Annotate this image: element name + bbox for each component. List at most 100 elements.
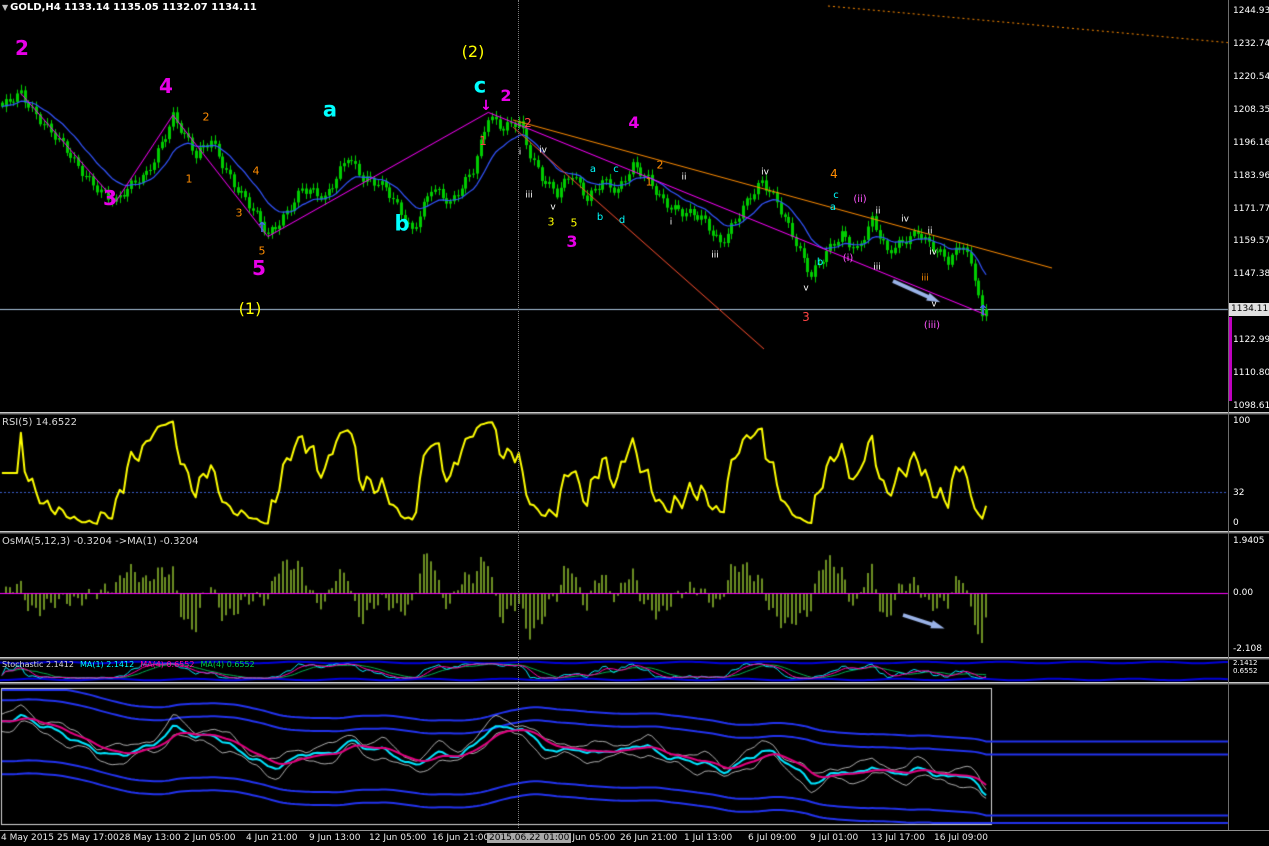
time-axis-label: 1 Jul 13:00 — [684, 833, 733, 843]
wave-label: 2 — [500, 86, 512, 105]
wave-label: 1 — [479, 134, 487, 148]
wave-label: 4 — [628, 113, 640, 132]
wave-label: c — [613, 164, 619, 175]
wave-label: 4 — [252, 164, 260, 178]
time-axis-label: 26 Jun 21:00 — [620, 833, 678, 843]
wave-label: (1) — [238, 299, 262, 318]
wave-label: 3 — [235, 206, 243, 220]
wave-label: 2 — [15, 36, 29, 60]
scale-highlight-strip — [1229, 317, 1232, 402]
time-axis-label: 2 Jun 05:00 — [184, 833, 236, 843]
time-axis-label: 16 Jun 21:00 — [432, 833, 490, 843]
wave-label: ii — [875, 206, 881, 217]
wave-label: 1 — [645, 175, 653, 189]
price-axis-label: 1147.38 — [1233, 269, 1269, 280]
axis-label: 100 — [1233, 416, 1251, 426]
mt4-chart-window: ▼ GOLD,H4 1133.14 1135.05 1132.07 1134.11… — [0, 0, 1269, 846]
price-axis-label: 1159.57 — [1233, 236, 1269, 247]
price-axis-label: 1220.54 — [1233, 71, 1269, 82]
time-axis-label: 13 Jul 17:00 — [871, 833, 925, 843]
time-axis-label: 16 Jul 09:00 — [934, 833, 988, 843]
wave-label: i — [518, 147, 522, 158]
wave-label: 3 — [547, 215, 555, 229]
price-axis-label: 1098.61 — [1233, 401, 1269, 411]
wave-label: 5 — [258, 244, 266, 258]
axis-label: 1.9405 — [1233, 536, 1265, 546]
wave-label: 5 — [570, 216, 578, 230]
wave-label: a — [322, 97, 338, 122]
time-axis-label: 4 Jun 21:00 — [246, 833, 298, 843]
wave-label: iv — [929, 247, 937, 258]
trade-signal-arrow-icon: ↑ — [977, 303, 989, 319]
wave-label: (ii) — [853, 194, 867, 205]
wave-label: iv — [901, 214, 909, 225]
wave-label: 5 — [252, 256, 266, 280]
panel-separator[interactable] — [0, 682, 1269, 685]
axis-label: -2.108 — [1233, 644, 1263, 654]
wave-label: ii — [681, 172, 687, 183]
price-axis-label: 1183.96 — [1233, 170, 1269, 181]
trade-signal-arrow-icon: ↓ — [480, 98, 492, 114]
time-axis-label: 4 May 2015 — [1, 833, 54, 843]
wave-label: iv — [539, 145, 547, 156]
time-axis-label: 9 Jun 13:00 — [309, 833, 361, 843]
wave-label: 4 — [830, 167, 838, 181]
time-axis-label: 28 May 13:00 — [119, 833, 181, 843]
wave-label: c — [473, 73, 487, 98]
time-axis[interactable]: 4 May 2015 25 May 17:00 28 May 13:00 2 Jun … — [0, 830, 1269, 846]
wave-label: iv — [761, 167, 769, 178]
indicator-label-fragment: MA(4) 0.6552 — [200, 660, 255, 669]
rsi-indicator-chart[interactable] — [0, 415, 1229, 531]
chart-ohlc-title: GOLD,H4 1133.14 1135.05 1132.07 1134.11 — [10, 2, 257, 13]
wave-label: 3 — [103, 186, 117, 210]
wave-label: 4 — [159, 74, 173, 98]
time-axis-label: 25 May 17:00 — [57, 833, 119, 843]
indicator-label-fragment: MA(4) 0.6552 — [140, 660, 195, 669]
wave-label: iii — [711, 250, 719, 261]
wave-label: c — [833, 190, 839, 201]
price-axis-label: 1196.16 — [1233, 137, 1269, 148]
time-axis-label: 6 Jul 09:00 — [748, 833, 797, 843]
wave-label: (iii) — [923, 320, 941, 331]
indicator-label-fragment: MA(1) 2.1412 — [79, 660, 135, 669]
indicator-label-fragment: Stochastic 2.1412 — [2, 660, 74, 669]
wave-label: ii — [927, 226, 933, 237]
rsi-label: RSI(5) 14.6522 — [2, 417, 77, 428]
axis-label: 0 — [1233, 518, 1239, 528]
scale-border — [1228, 0, 1229, 830]
wave-label: 2 — [524, 116, 532, 130]
chart-title: ▼ GOLD,H4 1133.14 1135.05 1132.07 1134.11 — [2, 2, 257, 13]
wave-label: a — [829, 202, 837, 213]
wave-label: 3 — [566, 232, 578, 251]
wave-label: b — [816, 257, 824, 268]
osma-indicator-chart[interactable] — [0, 534, 1229, 657]
axis-label: 0.00 — [1233, 588, 1254, 598]
price-axis-label: 1232.74 — [1233, 38, 1269, 49]
custom-indicator-chart[interactable] — [0, 685, 1229, 828]
price-axis-label: 1122.99 — [1233, 335, 1269, 346]
osma-label: OsMA(5,12,3) -0.3204 ->MA(1) -0.3204 — [2, 536, 199, 547]
wave-label: i — [669, 217, 673, 228]
wave-label: iii — [873, 262, 881, 273]
panel-separator[interactable] — [0, 531, 1269, 534]
time-axis-label: 9 Jul 01:00 — [810, 833, 859, 843]
wave-label: 2 — [656, 158, 664, 172]
symbol-dropdown-marker-icon[interactable]: ▼ — [2, 3, 8, 12]
wave-label: iii — [921, 273, 929, 284]
axis-label: 0.6552 — [1233, 667, 1258, 675]
price-axis-label: 1244.93 — [1233, 6, 1269, 16]
wave-label: 3 — [802, 310, 810, 324]
wave-label: a — [589, 164, 597, 175]
wave-label: v — [550, 202, 556, 213]
wave-label: 1 — [185, 172, 193, 186]
price-axis-label: 1208.35 — [1233, 104, 1269, 115]
time-axis-label: 12 Jun 05:00 — [369, 833, 427, 843]
wave-label: (i) — [842, 253, 854, 264]
panel-separator[interactable] — [0, 412, 1269, 415]
wave-label: (2) — [461, 42, 485, 61]
wave-label: v — [931, 299, 937, 310]
stochastic-label: Stochastic 2.1412 MA(1) 2.1412 MA(4) 0.655… — [2, 660, 261, 669]
axis-label: 2.1412 — [1233, 659, 1258, 667]
main-price-chart[interactable] — [0, 0, 1229, 412]
price-axis-label: 1171.77 — [1233, 203, 1269, 214]
